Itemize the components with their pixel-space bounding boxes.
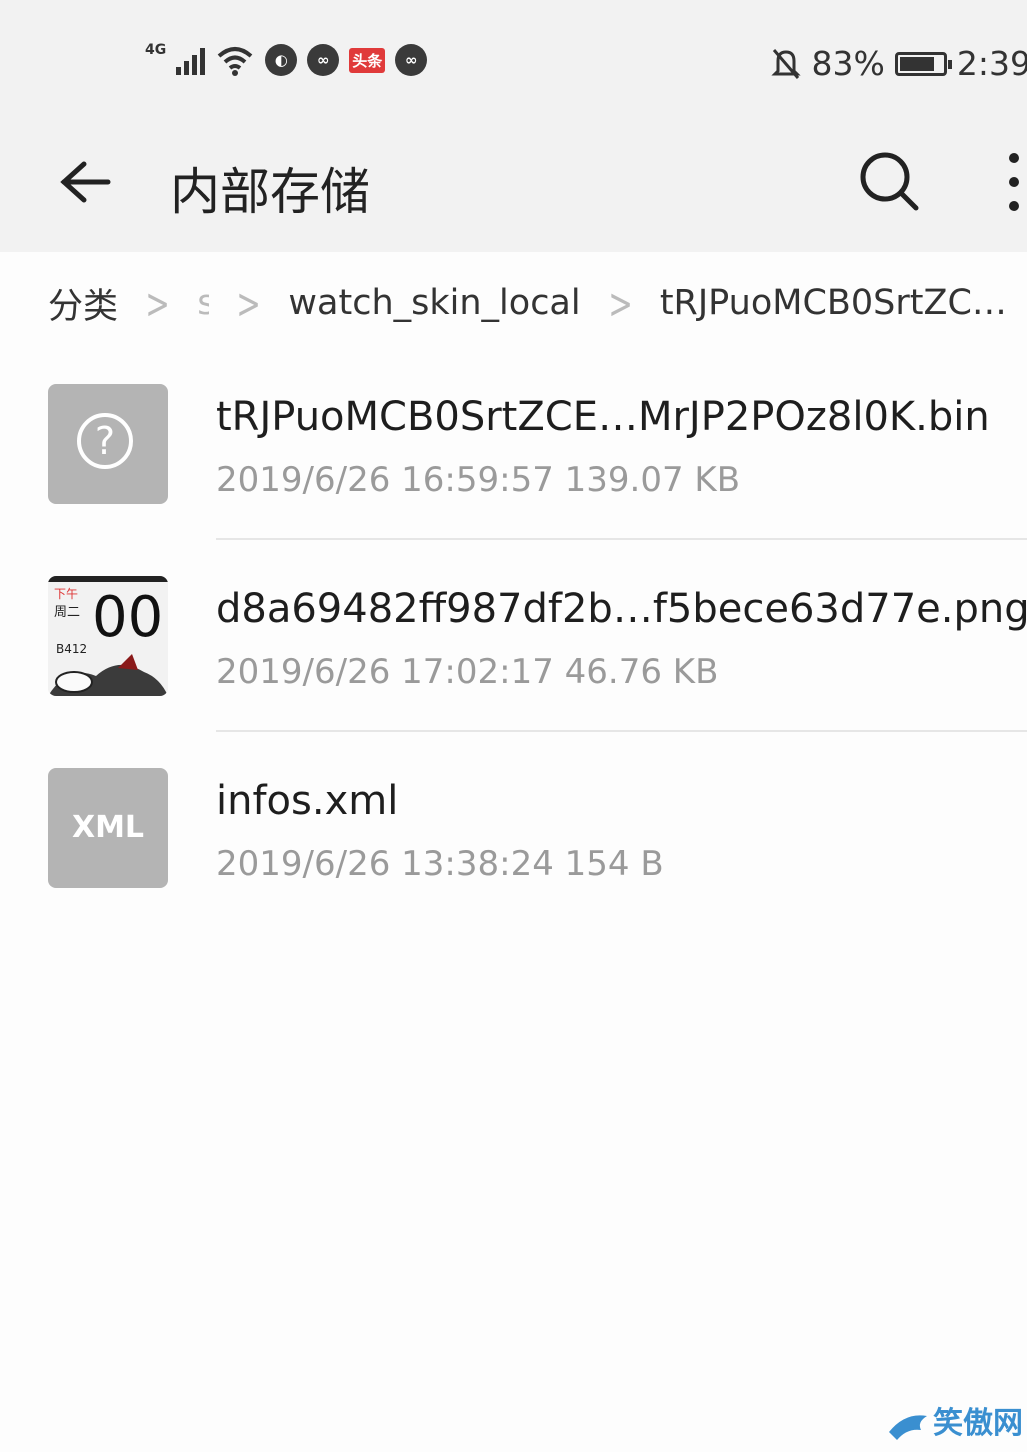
file-meta: 2019/6/26 16:59:57 139.07 KB [216, 460, 741, 500]
xml-file-icon: XML [48, 768, 168, 888]
infinity-app-icon: ∞ [307, 44, 340, 76]
file-name: infos.xml [216, 778, 399, 824]
breadcrumb-item-watch-skin[interactable]: watch_skin_local [288, 283, 580, 323]
battery-percent: 83% [811, 44, 885, 83]
watch-face-preview: 下午 周二 00 B412 [48, 576, 168, 696]
signal-icon [176, 45, 206, 75]
file-row[interactable]: 下午 周二 00 B412 d8a69482ff987df2b…f5bece63… [0, 562, 1027, 754]
unknown-file-icon: ? [48, 384, 168, 504]
breadcrumb-item-current[interactable]: tRJPuoMCB0SrtZC… [660, 283, 1007, 323]
file-meta: 2019/6/26 13:38:24 154 B [216, 844, 664, 884]
divider [216, 538, 1027, 540]
breadcrumb: 分类 > s > watch_skin_local > tRJPuoMCB0Sr… [48, 278, 1027, 328]
network-type: 4G [145, 42, 167, 58]
chevron-right-icon: > [607, 278, 633, 328]
arrow-left-icon[interactable] [50, 150, 114, 214]
file-meta: 2019/6/26 17:02:17 46.76 KB [216, 652, 719, 692]
svg-text:周二: 周二 [54, 605, 80, 620]
divider [216, 730, 1027, 732]
breadcrumb-item-truncated[interactable]: s [197, 283, 209, 323]
watermark-text: 笑傲网 [933, 1406, 1023, 1441]
xml-icon-label: XML [71, 810, 145, 845]
svg-text:00: 00 [92, 585, 163, 650]
page-title: 内部存储 [170, 163, 370, 221]
file-name: d8a69482ff987df2b…f5bece63d77e.png [216, 586, 1027, 632]
battery-icon [894, 51, 952, 76]
shark-logo-icon [889, 1415, 927, 1440]
watermark: 笑傲网 [887, 1396, 1027, 1452]
infinity-app-icon-2: ∞ [395, 44, 428, 76]
status-right: 83% 2:39 [770, 44, 1027, 83]
svg-text:下午: 下午 [54, 587, 78, 601]
search-icon[interactable] [856, 148, 922, 214]
status-bar: 4G ◐ ∞ 头条 ∞ 83% 2:39 [0, 0, 1027, 130]
toutiao-icon: 头条 [349, 47, 386, 73]
app-notification-icon: ◐ [265, 44, 298, 76]
chevron-right-icon: > [236, 278, 262, 328]
svg-text:B412: B412 [56, 642, 87, 656]
file-row[interactable]: ? tRJPuoMCB0SrtZCE…MrJP2POz8l0K.bin 2019… [0, 370, 1027, 562]
chevron-right-icon: > [145, 278, 170, 328]
breadcrumb-item-category[interactable]: 分类 [48, 278, 118, 328]
wifi-icon [217, 47, 253, 76]
app-bar: 内部存储 [0, 130, 1027, 252]
image-thumbnail: 下午 周二 00 B412 [48, 576, 168, 696]
more-vert-icon[interactable] [1000, 148, 1027, 218]
file-name: tRJPuoMCB0SrtZCE…MrJP2POz8l0K.bin [216, 394, 990, 440]
clock: 2:39 [956, 44, 1027, 83]
mute-bell-icon [770, 48, 801, 79]
status-left: 4G ◐ ∞ 头条 ∞ [145, 42, 428, 76]
file-row[interactable]: XML infos.xml 2019/6/26 13:38:24 154 B [0, 754, 1027, 946]
